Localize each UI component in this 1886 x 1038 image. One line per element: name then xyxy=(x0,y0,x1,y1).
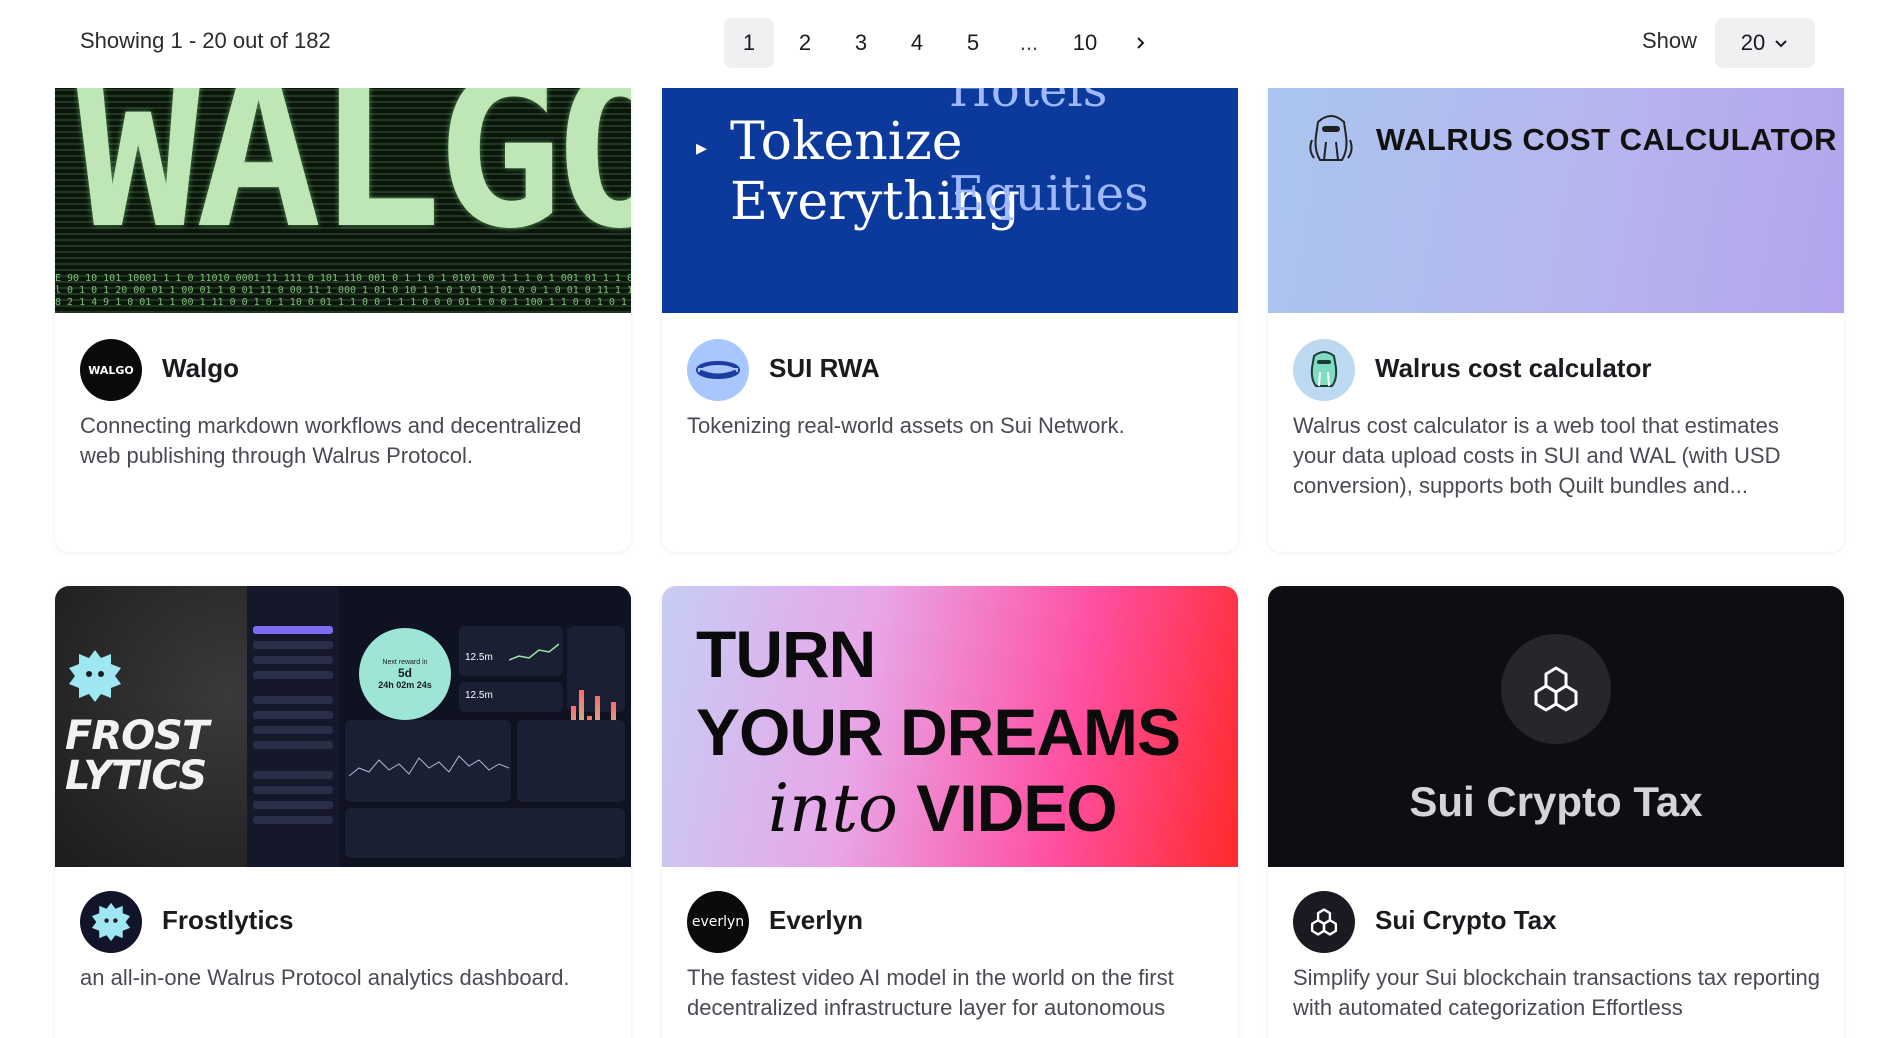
pagination-bar: Showing 1 - 20 out of 182 1 2 3 4 5 ... … xyxy=(0,0,1886,88)
page-button-10[interactable]: 10 xyxy=(1060,18,1110,68)
banner-brand: FROST LYTICS xyxy=(65,713,209,799)
card-description: Walrus cost calculator is a web tool tha… xyxy=(1293,413,1781,498)
card-banner: WALGO E 90 10 101 10001 1 1 0 11010 0001… xyxy=(55,60,631,313)
card-title: Everlyn xyxy=(769,905,863,935)
results-count: Showing 1 - 20 out of 182 xyxy=(80,28,331,53)
project-logo: WALGO xyxy=(80,339,142,401)
page-size-label: Show xyxy=(1642,28,1698,53)
project-logo xyxy=(687,339,749,401)
page-size-select[interactable]: 20 xyxy=(1715,18,1815,68)
frost-mascot-icon xyxy=(69,650,121,702)
banner-headline: Sui Crypto Tax xyxy=(1409,778,1703,825)
card-banner: ▸ Hotels Tokenize Everything Equities xyxy=(662,60,1238,313)
walrus-icon xyxy=(1309,115,1353,161)
banner-line-3: into VIDEO xyxy=(768,770,1118,847)
card-banner: WALRUS COST CALCULATOR xyxy=(1268,60,1844,313)
project-logo xyxy=(1293,891,1355,953)
chevron-down-icon xyxy=(1775,40,1787,48)
cubes-logo xyxy=(1501,634,1611,744)
pagination: 1 2 3 4 5 ... 10 xyxy=(724,18,1172,68)
card-title: SUI RWA xyxy=(769,353,880,383)
card-description: Tokenizing real-world assets on Sui Netw… xyxy=(687,413,1125,438)
walrus-logo-icon xyxy=(1310,351,1338,387)
project-card-walrus-cost-calculator[interactable]: WALRUS COST CALCULATOR Walrus cost calcu… xyxy=(1268,60,1844,552)
project-card-sui-crypto-tax[interactable]: Sui Crypto Tax Sui Crypto Tax Simplify y… xyxy=(1268,586,1844,1038)
sui-rwa-logo-icon xyxy=(696,361,740,379)
play-arrow-icon: ▸ xyxy=(696,136,708,161)
cubes-icon xyxy=(1310,908,1338,936)
banner-headline: WALGO xyxy=(75,60,631,275)
banner-headline: WALRUS COST CALCULATOR xyxy=(1376,122,1838,157)
project-logo xyxy=(1293,339,1355,401)
project-card-sui-rwa[interactable]: ▸ Hotels Tokenize Everything Equities SU… xyxy=(662,60,1238,552)
card-banner: Sui Crypto Tax xyxy=(1268,586,1844,867)
project-card-walgo[interactable]: WALGO E 90 10 101 10001 1 1 0 11010 0001… xyxy=(55,60,631,552)
project-card-frostlytics[interactable]: FROST LYTICS Next reward in 5d 24h 02m 2… xyxy=(55,586,631,1038)
page-button-3[interactable]: 3 xyxy=(836,18,886,68)
banner-code: E 90 10 101 10001 1 1 0 11010 0001 11 11… xyxy=(55,273,631,308)
page-button-2[interactable]: 2 xyxy=(780,18,830,68)
project-logo: everlyn xyxy=(687,891,749,953)
page-button-1[interactable]: 1 xyxy=(724,18,774,68)
card-description: an all-in-one Walrus Protocol analytics … xyxy=(80,965,570,990)
project-card-everlyn[interactable]: TURN YOUR DREAMS into VIDEO everlyn Ever… xyxy=(662,586,1238,1038)
banner-line-2: YOUR DREAMS xyxy=(696,695,1181,769)
page-button-5[interactable]: 5 xyxy=(948,18,998,68)
frost-logo-icon xyxy=(91,902,131,942)
page-ellipsis: ... xyxy=(1019,30,1039,55)
card-title: Sui Crypto Tax xyxy=(1375,905,1557,935)
chevron-right-icon xyxy=(1137,37,1145,49)
page-size-value: 20 xyxy=(1740,30,1766,55)
countdown-widget: Next reward in 5d 24h 02m 24s xyxy=(359,628,451,720)
next-page-button[interactable] xyxy=(1116,18,1166,68)
card-description: Connecting markdown workflows and decent… xyxy=(80,413,582,468)
banner-line-bottom: Equities xyxy=(949,166,1149,222)
project-logo xyxy=(80,891,142,953)
card-title: Walrus cost calculator xyxy=(1375,353,1652,383)
card-banner: FROST LYTICS Next reward in 5d 24h 02m 2… xyxy=(55,586,631,867)
card-title: Frostlytics xyxy=(162,905,294,935)
card-banner: TURN YOUR DREAMS into VIDEO xyxy=(662,586,1238,867)
card-description: Simplify your Sui blockchain transaction… xyxy=(1293,965,1821,1020)
card-title: Walgo xyxy=(162,353,240,383)
banner-line-1: TURN xyxy=(696,617,876,691)
dashboard-preview: Next reward in 5d 24h 02m 24s 12.5m 12.5… xyxy=(247,586,631,867)
card-description: The fastest video AI model in the world … xyxy=(687,965,1174,1020)
cubes-icon xyxy=(1534,666,1578,712)
page-button-4[interactable]: 4 xyxy=(892,18,942,68)
